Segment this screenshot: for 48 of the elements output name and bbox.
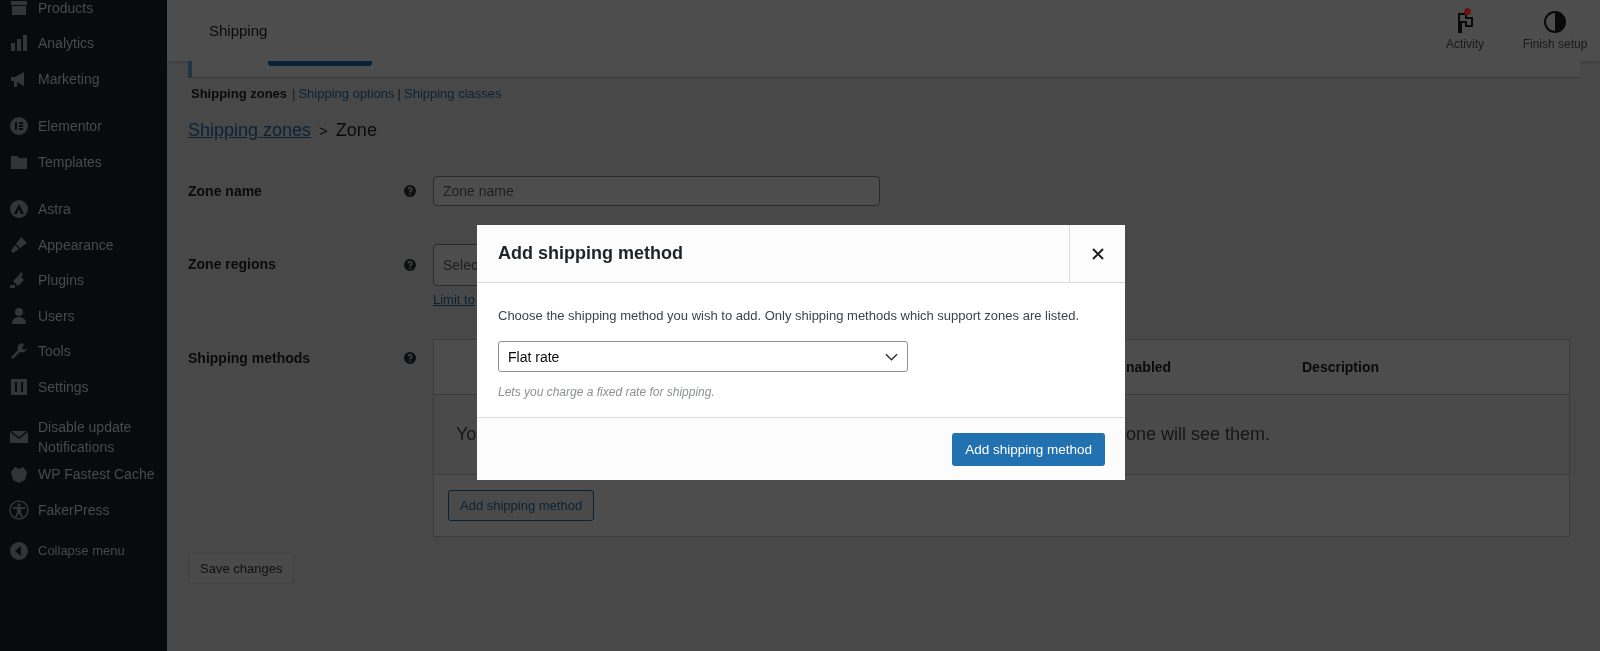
field-label: Zone name <box>188 183 263 199</box>
help-icon[interactable] <box>404 185 416 197</box>
field-label: Shipping methods <box>188 350 312 366</box>
bars-icon <box>9 33 29 54</box>
sidebar-item[interactable]: WP Fastest Cache <box>0 456 167 492</box>
sidebar-item[interactable]: Appearance <box>0 227 167 263</box>
sidebar-item[interactable]: Marketing <box>0 61 167 97</box>
half-circle-icon <box>1543 10 1567 34</box>
sidebar-item[interactable]: Settings <box>0 369 167 405</box>
add-shipping-method-button[interactable]: Add shipping method <box>952 433 1105 466</box>
page-title: Shipping <box>209 22 268 39</box>
subnav-link[interactable]: Shipping classes <box>404 86 502 101</box>
modal-description: Choose the shipping method you wish to add. Only shipping methods which support zones are listed. <box>498 308 1080 323</box>
add-shipping-method-button[interactable]: Add shipping method <box>448 490 595 521</box>
sliders-icon <box>9 376 29 397</box>
help-icon[interactable] <box>404 352 416 364</box>
sidebar-item[interactable]: FakerPress <box>0 492 167 528</box>
collapse-menu-button[interactable]: Collapse menu <box>0 533 167 569</box>
user-icon <box>9 305 29 326</box>
subnav-link[interactable]: Shipping zones <box>191 86 288 101</box>
brush-icon <box>9 234 29 255</box>
sidebar-item[interactable]: Users <box>0 298 167 334</box>
column-header: nabled <box>1126 359 1173 375</box>
separator-text: | <box>397 86 401 101</box>
sidebar-item[interactable]: Tools <box>0 333 167 369</box>
breadcrumb-separator: > <box>319 122 328 139</box>
method-hint: Lets you charge a fixed rate for shipping. <box>498 385 716 399</box>
breadcrumb-link[interactable]: Shipping zones <box>188 120 312 141</box>
sidebar-item[interactable]: Products <box>0 0 167 26</box>
modal-title: Add shipping method <box>497 242 684 265</box>
box-icon <box>9 0 29 18</box>
subnav-link[interactable]: Shipping options <box>298 86 395 101</box>
sidebar-item[interactable]: Elementor <box>0 108 167 144</box>
person-circle-icon <box>9 499 29 520</box>
field-label: Zone regions <box>188 256 277 272</box>
close-icon <box>1091 247 1104 260</box>
help-icon[interactable] <box>404 259 416 271</box>
sidebar-item[interactable]: Templates <box>0 144 167 180</box>
method-select[interactable]: Flat rate <box>498 341 908 372</box>
breadcrumb-current: Zone <box>335 120 377 141</box>
column-header: Description <box>1302 359 1380 375</box>
sidebar-item[interactable]: Astra <box>0 191 167 227</box>
sidebar-item[interactable]: Disable update Notifications <box>0 416 167 457</box>
separator-text: | <box>292 86 296 101</box>
chevron-down-icon <box>885 352 898 361</box>
sidebar-item[interactable]: Analytics <box>0 25 167 61</box>
wrench-icon <box>9 341 29 362</box>
sidebar-item[interactable]: Plugins <box>0 262 167 298</box>
